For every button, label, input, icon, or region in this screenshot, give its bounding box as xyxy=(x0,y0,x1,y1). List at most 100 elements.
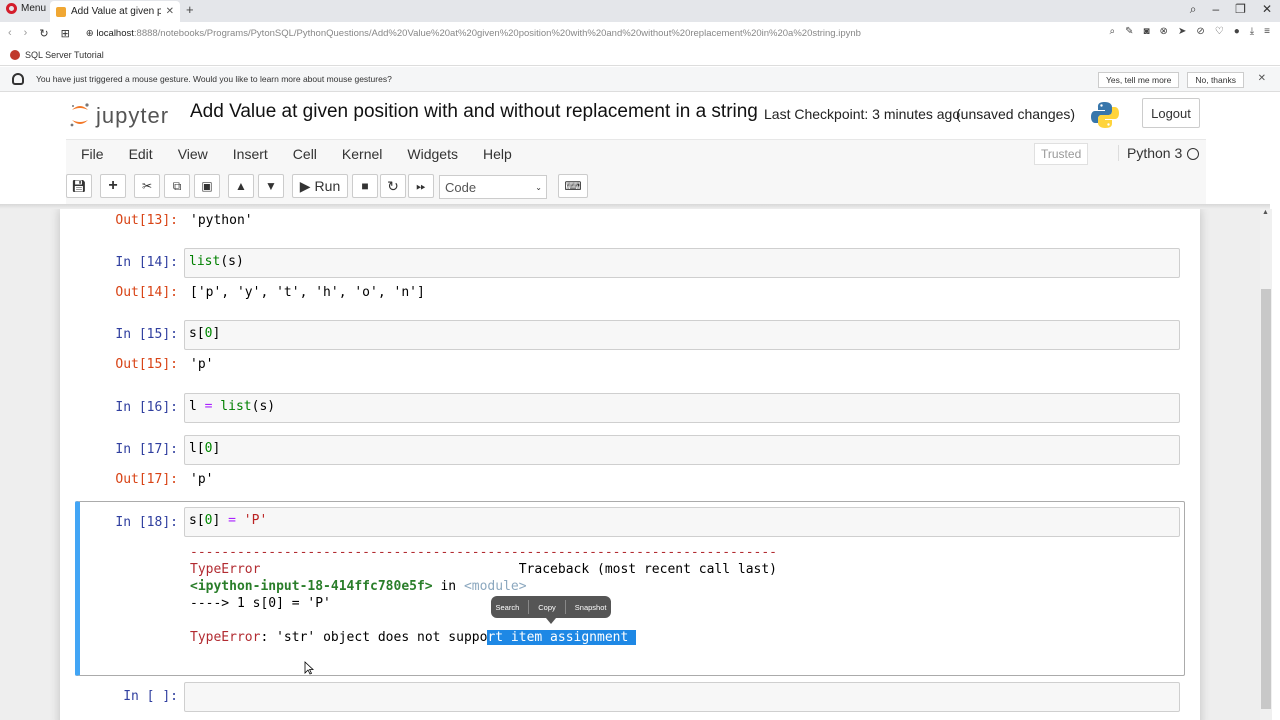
code-token: s[ xyxy=(189,513,205,528)
command-palette-button[interactable]: ⌨ xyxy=(558,174,588,198)
code-token: ] xyxy=(212,326,221,341)
address-bar: ‹ › ↻ ⊞ ⊕ localhost:8888/notebooks/Progr… xyxy=(0,22,1280,44)
site-info-icon[interactable]: ⊕ xyxy=(86,28,97,39)
tab-title: Add Value at given positio xyxy=(71,6,161,17)
back-icon[interactable]: ‹ xyxy=(8,27,12,40)
jupyter-logo[interactable]: jupyter xyxy=(68,98,178,132)
minimize-icon[interactable]: – xyxy=(1212,2,1219,17)
forward-icon[interactable]: › xyxy=(24,27,28,40)
bookmark-favicon-icon xyxy=(10,49,20,60)
block-icon[interactable]: ⊗ xyxy=(1160,26,1168,37)
error-location: <ipython-input-18-414ffc780e5f> xyxy=(190,579,433,594)
download-icon[interactable]: ⤓ xyxy=(1250,26,1254,37)
code-token: (s) xyxy=(251,399,276,414)
move-up-button[interactable]: ▲ xyxy=(228,174,254,198)
page-scrollbar[interactable]: ▲ xyxy=(1260,209,1272,720)
notebook-title[interactable]: Add Value at given position with and wit… xyxy=(190,101,758,123)
code-cell-15[interactable]: s[0] xyxy=(184,320,1180,350)
arrow-up-icon: ▲ xyxy=(235,179,247,193)
run-button[interactable]: ▶ Run xyxy=(292,174,348,198)
copy-button[interactable]: ⧉ xyxy=(164,174,190,198)
copy-icon: ⧉ xyxy=(172,178,182,193)
menu-widgets[interactable]: Widgets xyxy=(407,146,458,162)
output-15: 'p' xyxy=(190,357,214,372)
in-prompt-15: In [15]: xyxy=(115,327,178,342)
chevron-down-icon: ⌄ xyxy=(535,182,542,192)
camera-icon[interactable]: ◙ xyxy=(1144,26,1150,37)
selection-popup: Search Copy Snapshot xyxy=(491,596,611,618)
code-cell-16[interactable]: l = list(s) xyxy=(184,393,1180,423)
code-cell-14[interactable]: list(s) xyxy=(184,248,1180,278)
menu-icon[interactable]: ≡ xyxy=(1264,26,1270,37)
gesture-no-button[interactable]: No, thanks xyxy=(1187,72,1244,88)
close-window-icon[interactable]: ✕ xyxy=(1262,2,1272,17)
new-tab-icon[interactable]: + xyxy=(186,2,194,17)
account-icon[interactable]: ● xyxy=(1234,26,1240,37)
gesture-message: You have just triggered a mouse gesture.… xyxy=(36,74,392,84)
edit-icon[interactable]: ✎ xyxy=(1125,26,1133,37)
scrollbar-thumb[interactable] xyxy=(1261,289,1271,709)
menu-help[interactable]: Help xyxy=(483,146,512,162)
browser-tab-active[interactable]: Add Value at given positio ✕ xyxy=(50,1,180,22)
tab-close-icon[interactable]: ✕ xyxy=(166,6,174,17)
search-icon[interactable]: ⌕ xyxy=(1110,26,1116,37)
error-message-text: : 'str' object does not suppo xyxy=(260,630,488,645)
nav-buttons: ‹ › ↻ ⊞ xyxy=(8,27,70,40)
error-message-type: TypeError xyxy=(190,630,261,645)
search-tabs-icon[interactable]: ⌕ xyxy=(1190,2,1197,17)
bookmarks-bar: SQL Server Tutorial xyxy=(0,44,1280,66)
scroll-up-icon[interactable]: ▲ xyxy=(1262,209,1269,216)
selected-text: rt item assignment xyxy=(487,630,637,645)
out-prompt-14: Out[14]: xyxy=(115,285,178,300)
jupyter-logo-icon xyxy=(70,103,89,127)
bookmark-sql-server-tutorial[interactable]: SQL Server Tutorial xyxy=(25,50,104,60)
code-cell-empty[interactable] xyxy=(184,682,1180,712)
notebook-menubar: File Edit View Insert Cell Kernel Widget… xyxy=(66,139,1206,168)
autosave-status: (unsaved changes) xyxy=(956,106,1076,122)
opera-menu-button[interactable]: Menu xyxy=(6,3,46,14)
kernel-idle-indicator-icon xyxy=(1187,148,1199,160)
reload-icon[interactable]: ↻ xyxy=(39,27,48,40)
popup-search-button[interactable]: Search xyxy=(496,603,520,612)
send-icon[interactable]: ➤ xyxy=(1178,26,1186,37)
heart-icon[interactable]: ♡ xyxy=(1215,26,1224,37)
code-token: = xyxy=(228,513,236,528)
speed-dial-icon[interactable]: ⊞ xyxy=(61,27,70,40)
scissors-icon: ✂ xyxy=(141,179,153,193)
code-cell-18[interactable]: s[0] = 'P' xyxy=(184,507,1180,537)
menu-view[interactable]: View xyxy=(178,146,208,162)
interrupt-button[interactable]: ■ xyxy=(352,174,378,198)
flow-icon[interactable]: ⊘ xyxy=(1196,26,1204,37)
move-down-button[interactable]: ▼ xyxy=(258,174,284,198)
menu-file[interactable]: File xyxy=(81,146,104,162)
notebook-area: Out[13]: 'python' In [14]: list(s) Out[1… xyxy=(0,209,1260,720)
popup-copy-button[interactable]: Copy xyxy=(538,603,556,612)
logout-button[interactable]: Logout xyxy=(1142,98,1200,128)
cell-type-select[interactable]: Code ⌄ xyxy=(439,175,547,199)
gesture-buttons: Yes, tell me more No, thanks xyxy=(1098,72,1244,88)
popup-separator xyxy=(528,600,530,614)
restart-run-all-button[interactable]: ⏩︎ xyxy=(408,174,434,198)
paste-button[interactable]: ▣ xyxy=(194,174,220,198)
code-cell-17[interactable]: l[0] xyxy=(184,435,1180,465)
trusted-indicator[interactable]: Trusted xyxy=(1034,143,1089,165)
menu-insert[interactable]: Insert xyxy=(233,146,268,162)
code-token: (s) xyxy=(220,254,244,269)
out-prompt-13: Out[13]: xyxy=(115,213,178,228)
save-button[interactable]: 💾︎ xyxy=(66,174,92,198)
popup-snapshot-button[interactable]: Snapshot xyxy=(575,603,607,612)
gesture-yes-button[interactable]: Yes, tell me more xyxy=(1098,72,1180,88)
restore-icon[interactable]: ❐ xyxy=(1235,2,1246,17)
menu-kernel[interactable]: Kernel xyxy=(342,146,382,162)
gesture-close-icon[interactable]: ✕ xyxy=(1258,73,1266,84)
window-controls: ⌕ – ❐ ✕ xyxy=(1190,2,1272,17)
menu-cell[interactable]: Cell xyxy=(293,146,317,162)
output-13: 'python' xyxy=(190,213,253,228)
restart-button[interactable]: ↻ xyxy=(380,174,406,198)
insert-cell-button[interactable]: + xyxy=(100,174,126,198)
menu-edit[interactable]: Edit xyxy=(129,146,153,162)
code-token: list xyxy=(189,254,221,269)
url-field[interactable]: ⊕ localhost:8888/notebooks/Programs/Pyto… xyxy=(86,28,861,39)
cut-button[interactable]: ✂ xyxy=(134,174,160,198)
arrow-down-icon: ▼ xyxy=(265,179,277,193)
